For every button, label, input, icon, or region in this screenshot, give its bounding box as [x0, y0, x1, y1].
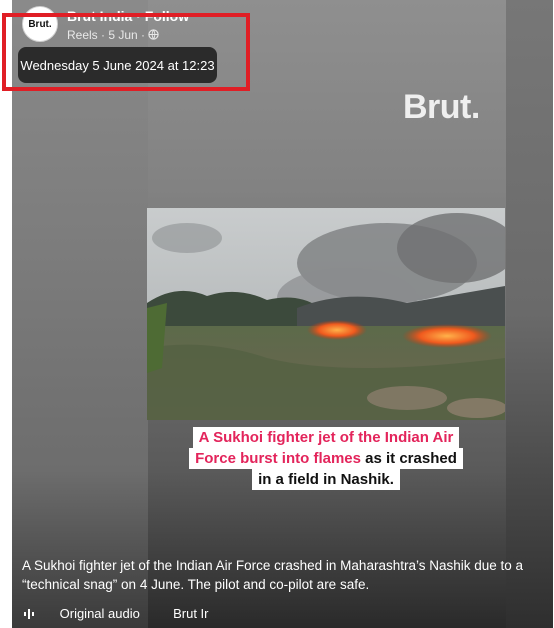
original-audio-link[interactable]: Original audio [60, 606, 140, 621]
caption-line-2-highlight: Force burst into flames [195, 450, 361, 467]
reel-footer: Original audio Brut Ir [22, 605, 209, 621]
brut-watermark: Brut. [403, 88, 480, 126]
blurred-background-left [12, 0, 148, 628]
post-description: A Sukhoi fighter jet of the Indian Air F… [22, 558, 524, 592]
caption-line-2-rest: as it crashed [360, 450, 457, 467]
caption-line-3: in a field in Nashik. [252, 469, 400, 490]
blurred-background-right [506, 0, 553, 628]
red-highlight-box [2, 13, 250, 91]
video-scene-image [147, 208, 505, 420]
footer-page-name[interactable]: Brut Ir [173, 606, 208, 621]
audio-waveform-icon[interactable] [22, 607, 36, 621]
video-caption: A Sukhoi fighter jet of the Indian Air F… [147, 427, 505, 490]
caption-line-1: A Sukhoi fighter jet of the Indian Air [192, 427, 460, 448]
